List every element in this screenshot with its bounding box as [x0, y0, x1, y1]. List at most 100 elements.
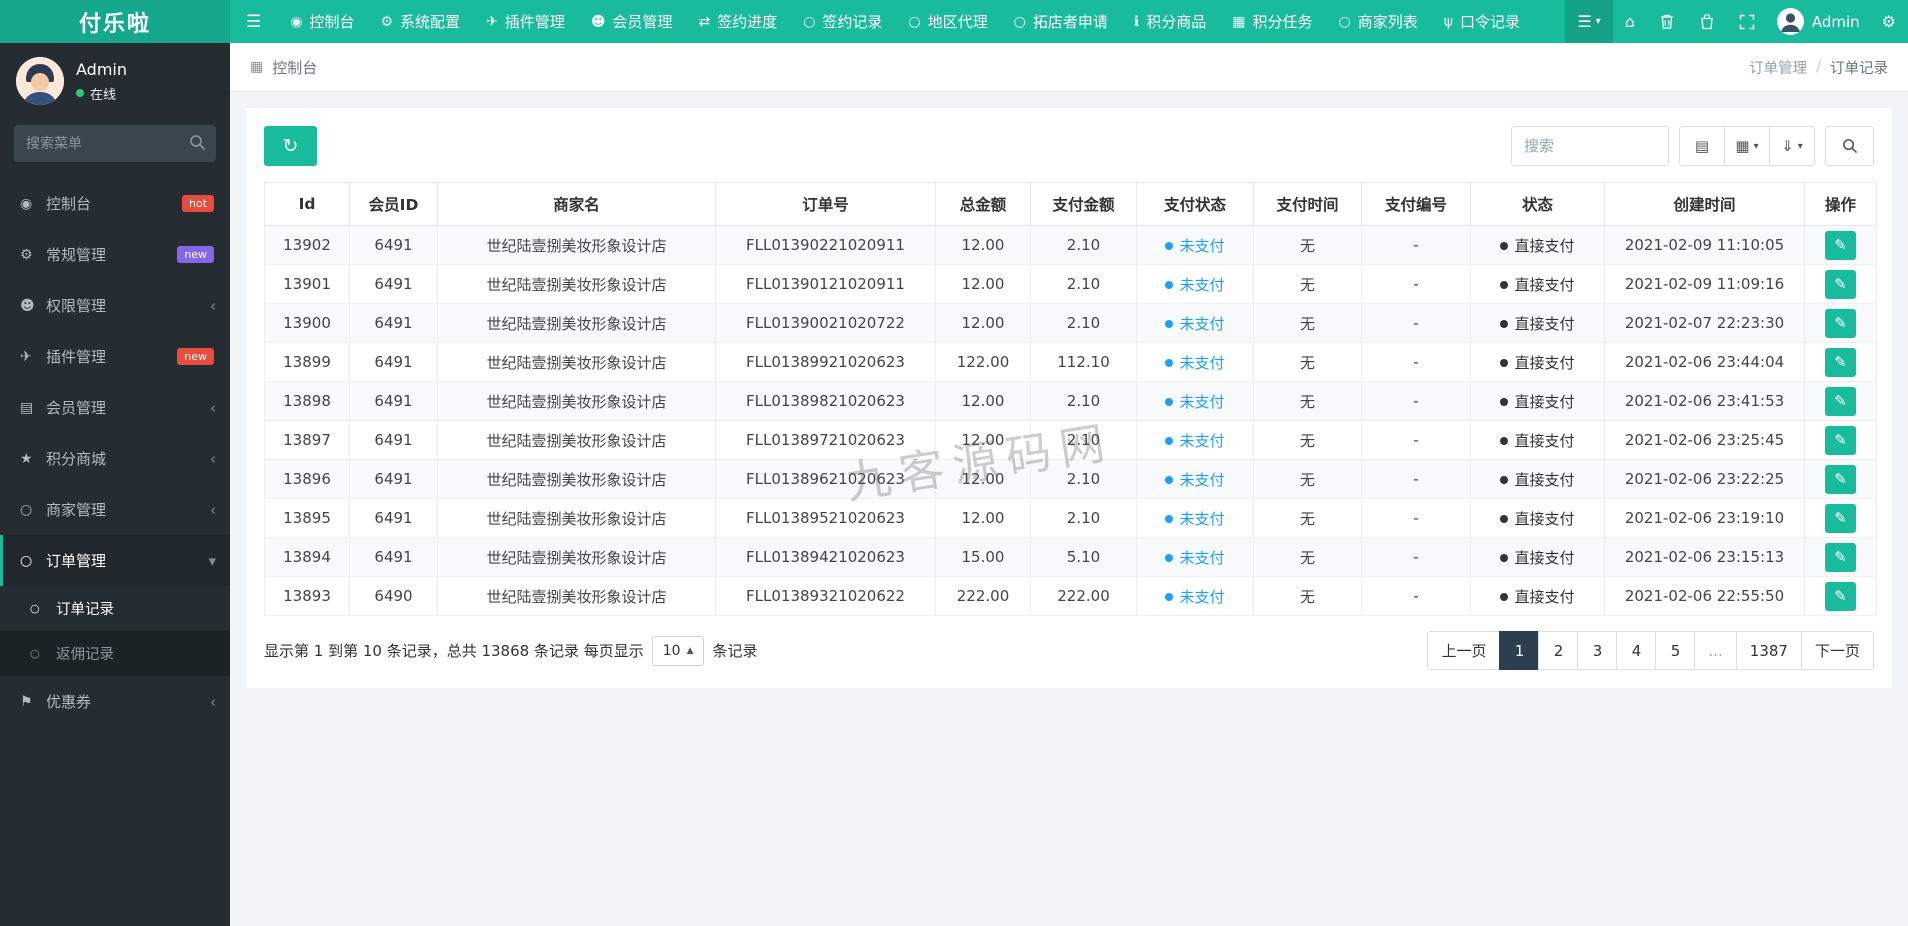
- edit-button[interactable]: ✎: [1825, 386, 1856, 416]
- topnav-item[interactable]: ⇄ 签约进度: [685, 0, 790, 43]
- edit-button[interactable]: ✎: [1825, 269, 1856, 299]
- chevron-left-icon: ‹: [210, 500, 216, 519]
- pagination: 上一页 1 2 3 4 5... 1387 下一页: [1427, 631, 1874, 670]
- sidebar-item[interactable]: ◉ 控制台 hot: [0, 178, 230, 229]
- refresh-button[interactable]: ↻: [264, 126, 317, 166]
- edit-button[interactable]: ✎: [1825, 308, 1856, 338]
- page-button[interactable]: 5: [1655, 631, 1696, 670]
- topnav-item[interactable]: ○ 商家列表: [1325, 0, 1430, 43]
- topnav-item[interactable]: ▦ 积分任务: [1219, 0, 1325, 43]
- edit-button[interactable]: ✎: [1825, 230, 1856, 260]
- store-button[interactable]: [1687, 0, 1727, 43]
- sidebar-user-status: 在线: [76, 84, 127, 103]
- breadcrumb-section[interactable]: ▦ 控制台: [250, 57, 317, 78]
- breadcrumb-parent[interactable]: 订单管理: [1749, 57, 1807, 78]
- sidebar-item[interactable]: ⚙ 常规管理 new: [0, 229, 230, 280]
- sidebar-item[interactable]: ⚑ 优惠券 ‹: [0, 676, 230, 727]
- settings-button[interactable]: ⚙: [1870, 0, 1908, 43]
- cell-created-time: 2021-02-06 23:15:13: [1604, 537, 1805, 577]
- status-dot-icon: [1165, 515, 1174, 523]
- sidebar-item[interactable]: ○ 订单管理 ▾: [0, 535, 230, 586]
- edit-button[interactable]: ✎: [1825, 464, 1856, 494]
- columns-button[interactable]: ▦ ▾: [1724, 126, 1770, 166]
- arrows-icon: ⇄: [698, 13, 711, 30]
- status-dot-icon: [1165, 593, 1174, 601]
- cell-id: 13898: [264, 381, 350, 421]
- page-button[interactable]: 下一页: [1800, 631, 1874, 670]
- page-button-active[interactable]: 1: [1499, 631, 1540, 670]
- edit-button[interactable]: ✎: [1825, 347, 1856, 377]
- cell-status: 直接支付: [1470, 342, 1605, 382]
- table-search-input[interactable]: [1511, 126, 1669, 166]
- page-size-select[interactable]: 10 ▲: [651, 635, 705, 666]
- badge: hot: [181, 195, 214, 212]
- sidebar-item[interactable]: ▤ 会员管理 ‹: [0, 382, 230, 433]
- cell-merchant-name: 世纪陆壹捌美妆形象设计店: [437, 576, 716, 616]
- sidebar-item[interactable]: ★ 积分商城 ‹: [0, 433, 230, 484]
- sidebar-item[interactable]: ☻ 权限管理 ‹: [0, 280, 230, 331]
- cell-pay-no: -: [1361, 264, 1471, 304]
- info-icon: ℹ: [1133, 13, 1140, 30]
- plane-icon: ✈: [20, 348, 32, 365]
- topnav-item[interactable]: ◉ 控制台: [277, 0, 367, 43]
- home-button[interactable]: ⌂: [1613, 0, 1647, 43]
- layout-menu-dropdown[interactable]: ☰ ▾: [1565, 0, 1613, 43]
- edit-button[interactable]: ✎: [1825, 425, 1856, 455]
- page-button[interactable]: 2: [1538, 631, 1579, 670]
- table-row: 13902 6491 世纪陆壹捌美妆形象设计店 FLL0139022102091…: [264, 225, 1877, 265]
- cell-paid-amount: 2.10: [1030, 459, 1137, 499]
- status-dot-icon: [1165, 437, 1174, 445]
- cell-merchant-name: 世纪陆壹捌美妆形象设计店: [437, 498, 716, 538]
- circle-icon: ○: [908, 13, 921, 30]
- cell-order-no: FLL01389821020623: [715, 381, 936, 421]
- cell-actions: ✎: [1804, 381, 1877, 421]
- trash-icon: [1659, 13, 1675, 30]
- page-button[interactable]: 1387: [1735, 631, 1802, 670]
- toggle-view-button[interactable]: ▤: [1679, 126, 1725, 166]
- cell-paid-amount: 2.10: [1030, 303, 1137, 343]
- cell-merchant-name: 世纪陆壹捌美妆形象设计店: [437, 459, 716, 499]
- cell-merchant-name: 世纪陆壹捌美妆形象设计店: [437, 342, 716, 382]
- cell-merchant-name: 世纪陆壹捌美妆形象设计店: [437, 264, 716, 304]
- cell-pay-no: -: [1361, 342, 1471, 382]
- sidebar-subitem[interactable]: ○ 返佣记录: [0, 631, 230, 676]
- clear-cache-button[interactable]: [1647, 0, 1687, 43]
- topnav-item[interactable]: ○ 拓店者申请: [1001, 0, 1121, 43]
- topnav-item[interactable]: ℹ 积分商品: [1121, 0, 1219, 43]
- export-button[interactable]: ⇓ ▾: [1769, 126, 1815, 166]
- sidebar-item[interactable]: ✈ 插件管理 new: [0, 331, 230, 382]
- edit-button[interactable]: ✎: [1825, 503, 1856, 533]
- topnav-item[interactable]: ψ 口令记录: [1431, 0, 1533, 43]
- topnav-item[interactable]: ✈ 插件管理: [473, 0, 578, 43]
- cell-total-amount: 222.00: [935, 576, 1031, 616]
- cell-total-amount: 12.00: [935, 225, 1031, 265]
- page-button[interactable]: 4: [1616, 631, 1657, 670]
- topnav-item[interactable]: ○ 签约记录: [790, 0, 895, 43]
- table-row: 13897 6491 世纪陆壹捌美妆形象设计店 FLL0138972102062…: [264, 420, 1877, 460]
- page-button[interactable]: 3: [1577, 631, 1618, 670]
- cell-actions: ✎: [1804, 498, 1877, 538]
- sidebar-subitem[interactable]: ○ 订单记录: [0, 586, 230, 631]
- cell-paid-amount: 2.10: [1030, 264, 1137, 304]
- cell-status: 直接支付: [1470, 498, 1605, 538]
- app-logo: 付乐啦: [0, 0, 230, 43]
- topnav-item[interactable]: ○ 地区代理: [895, 0, 1000, 43]
- sidebar-toggle-button[interactable]: ☰: [230, 0, 277, 43]
- edit-button[interactable]: ✎: [1825, 581, 1856, 611]
- topnav-item[interactable]: ⚙ 系统配置: [367, 0, 473, 43]
- toolbar-button-group: ▤ ▦ ▾ ⇓ ▾: [1679, 126, 1815, 166]
- cell-paid-amount: 2.10: [1030, 498, 1137, 538]
- star-icon: ★: [20, 450, 33, 467]
- shopping-bag-icon: [1699, 13, 1715, 30]
- topnav-item[interactable]: ☻ 会员管理: [578, 0, 686, 43]
- menu-search-input[interactable]: [14, 125, 216, 162]
- badge: new: [177, 246, 214, 263]
- cell-pay-no: -: [1361, 303, 1471, 343]
- fullscreen-button[interactable]: [1727, 0, 1767, 43]
- search-toggle-button[interactable]: [1825, 126, 1874, 166]
- cell-created-time: 2021-02-09 11:09:16: [1604, 264, 1805, 304]
- sidebar-item[interactable]: ○ 商家管理 ‹: [0, 484, 230, 535]
- page-button[interactable]: 上一页: [1427, 631, 1501, 670]
- user-menu[interactable]: Admin: [1767, 0, 1870, 43]
- edit-button[interactable]: ✎: [1825, 542, 1856, 572]
